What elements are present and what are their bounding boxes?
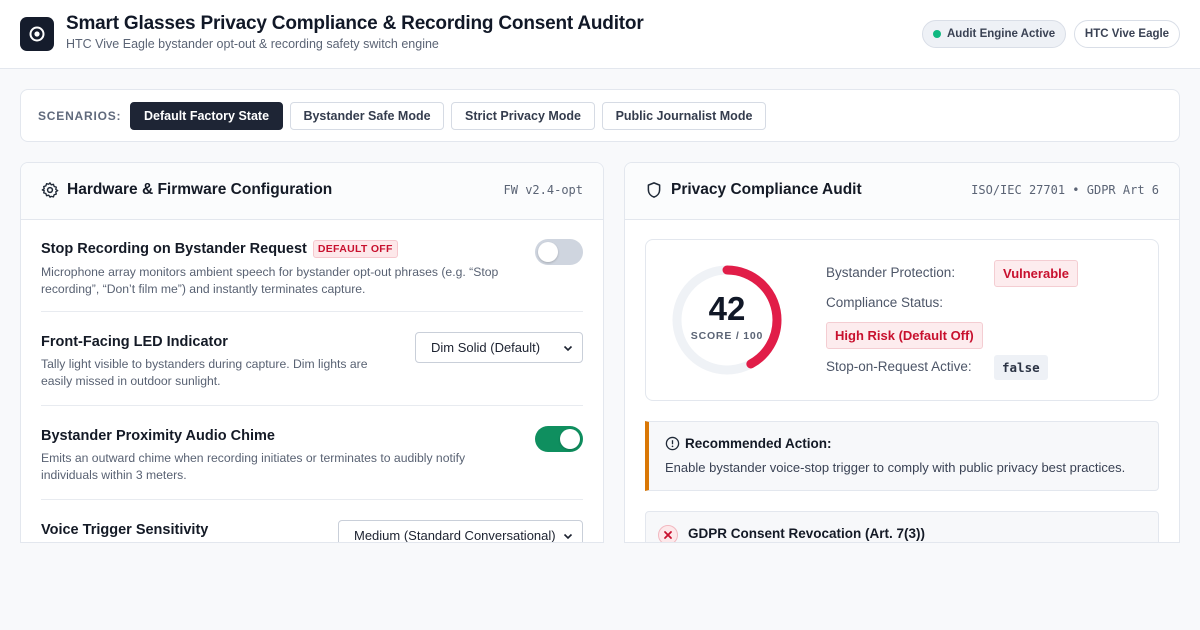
bystander-protection-badge: Vulnerable [994, 260, 1078, 287]
setting-title: Bystander Proximity Audio Chime [41, 428, 275, 444]
scenarios-label: SCENARIOS: [38, 109, 122, 123]
toggle-knob [560, 429, 580, 449]
setting-description: Emits an outward chime when recording in… [41, 451, 466, 482]
stop-on-request-value: false [994, 355, 1048, 380]
divider [41, 405, 583, 406]
audit-panel-header: Privacy Compliance Audit ISO/IEC 27701 •… [625, 163, 1179, 220]
audit-engine-status-badge: Audit Engine Active [922, 20, 1066, 48]
status-badge-label: Audit Engine Active [947, 28, 1056, 40]
status-dot-icon [933, 30, 941, 38]
compliance-status-label: Compliance Status: [826, 295, 944, 310]
divider [41, 311, 583, 312]
fail-x-icon [658, 525, 678, 542]
stop-on-request-label: Stop-on-Request Active: [826, 359, 972, 374]
divider [41, 499, 583, 500]
score-value: 42 [708, 290, 746, 327]
setting-description: Microphone array monitors ambient speech… [41, 265, 499, 296]
scenario-default-factory-button[interactable]: Default Factory State [130, 102, 283, 130]
setting-proximity-chime: Bystander Proximity Audio Chime Emits an… [41, 428, 501, 483]
standards-reference: ISO/IEC 27701 • GDPR Art 6 [971, 183, 1159, 197]
default-off-badge: DEFAULT OFF [312, 240, 398, 258]
scenario-public-journalist-button[interactable]: Public Journalist Mode [602, 102, 766, 130]
app-title: Smart Glasses Privacy Compliance & Recor… [66, 13, 644, 34]
setting-stop-recording: Stop Recording on Bystander Request DEFA… [41, 240, 511, 297]
compliance-score-card: 42 SCORE / 100 Bystander Protection: Vul… [645, 239, 1159, 401]
stop-recording-toggle[interactable] [535, 239, 583, 265]
device-badge: HTC Vive Eagle [1074, 20, 1180, 48]
recommendation-text: Enable bystander voice-stop trigger to c… [665, 460, 1126, 475]
firmware-version: FW v2.4-opt [503, 183, 583, 197]
config-panel-title: Hardware & Firmware Configuration [67, 181, 333, 198]
setting-description: Tally light visible to bystanders during… [41, 357, 368, 388]
setting-voice-trigger: Voice Trigger Sensitivity [41, 522, 321, 538]
config-panel-header: Hardware & Firmware Configuration FW v2.… [21, 163, 603, 220]
setting-title: Stop Recording on Bystander Request [41, 241, 307, 257]
chevron-down-icon [563, 533, 573, 540]
app-subtitle: HTC Vive Eagle bystander opt-out & recor… [66, 37, 439, 51]
toggle-knob [538, 242, 558, 262]
top-header: Smart Glasses Privacy Compliance & Recor… [0, 0, 1200, 69]
select-value: Medium (Standard Conversational) [354, 528, 556, 543]
chevron-down-icon [563, 345, 573, 352]
recommendation-title: Recommended Action: [685, 436, 832, 451]
compliance-check-item[interactable]: GDPR Consent Revocation (Art. 7(3)) [645, 511, 1159, 542]
hardware-config-panel: Hardware & Firmware Configuration FW v2.… [20, 162, 604, 543]
app-logo-icon [20, 17, 54, 51]
scenario-bystander-safe-button[interactable]: Bystander Safe Mode [290, 102, 444, 130]
setting-led-indicator: Front-Facing LED Indicator Tally light v… [41, 334, 391, 389]
shield-icon [647, 182, 661, 198]
audit-panel-title: Privacy Compliance Audit [671, 181, 862, 198]
voice-sensitivity-select[interactable]: Medium (Standard Conversational) [338, 520, 583, 543]
check-title: GDPR Consent Revocation (Art. 7(3)) [688, 526, 926, 541]
recommended-action-callout: Recommended Action: Enable bystander voi… [645, 421, 1159, 491]
select-value: Dim Solid (Default) [431, 340, 541, 355]
setting-title: Front-Facing LED Indicator [41, 334, 228, 350]
setting-title: Voice Trigger Sensitivity [41, 522, 209, 538]
scenario-strict-privacy-button[interactable]: Strict Privacy Mode [451, 102, 595, 130]
gear-icon [41, 182, 59, 198]
compliance-status-badge: High Risk (Default Off) [826, 322, 983, 349]
bystander-protection-label: Bystander Protection: [826, 265, 956, 280]
privacy-audit-panel: Privacy Compliance Audit ISO/IEC 27701 •… [624, 162, 1180, 543]
led-indicator-select[interactable]: Dim Solid (Default) [415, 332, 583, 363]
info-icon [665, 436, 680, 451]
scenario-bar: SCENARIOS: Default Factory State Bystand… [20, 89, 1180, 142]
proximity-chime-toggle[interactable] [535, 426, 583, 452]
score-label: SCORE / 100 [690, 330, 764, 342]
